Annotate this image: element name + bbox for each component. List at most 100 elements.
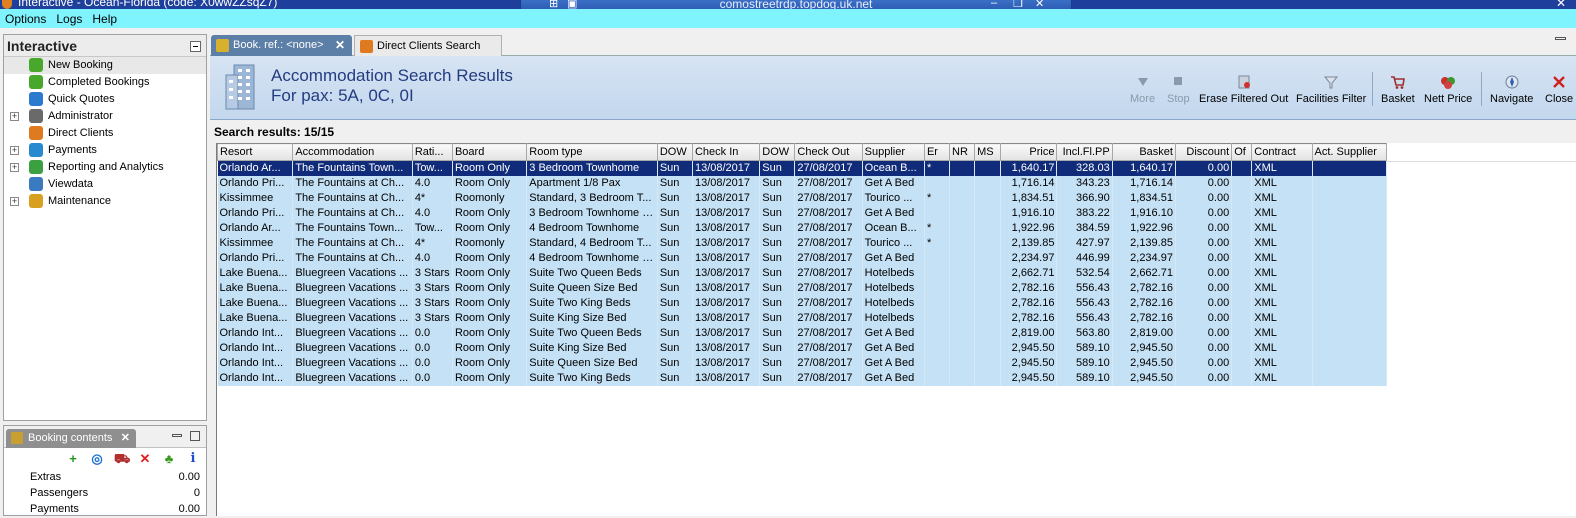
table-cell: Sun (759, 325, 796, 341)
table-cell (949, 310, 976, 326)
menu-help[interactable]: Help (87, 9, 122, 26)
column-header[interactable]: Contract (1251, 143, 1313, 161)
column-header[interactable]: Price (1000, 143, 1058, 161)
expand-icon[interactable]: + (10, 146, 19, 155)
expand-icon[interactable]: + (10, 197, 19, 206)
column-header[interactable]: Accommodation (292, 143, 413, 161)
column-header[interactable]: Check Out (794, 143, 863, 161)
table-cell: Sun (657, 340, 693, 356)
refresh-globe-icon[interactable]: ◎ (90, 452, 104, 466)
nett-price-button[interactable]: Nett Price (1424, 74, 1472, 105)
toolbar-separator (1372, 72, 1373, 106)
expand-icon[interactable]: + (10, 112, 19, 121)
close-tab-icon[interactable]: ✕ (335, 38, 345, 52)
tab-booking[interactable]: Book. ref.: <none> ✕ (211, 35, 352, 56)
window-close-icon[interactable]: ✕ (1556, 0, 1566, 9)
navigate-button[interactable]: Navigate (1490, 74, 1533, 105)
table-cell: 2,662.71 (1000, 265, 1058, 281)
column-header[interactable]: MS (974, 143, 1002, 161)
table-cell: Orlando Ar... (217, 160, 294, 176)
column-header[interactable]: Room type (526, 143, 658, 161)
column-header[interactable]: Er (923, 143, 951, 161)
table-row[interactable]: Orlando Ar... The Fountains Town... Tow...… (217, 220, 1388, 236)
close-tab-icon[interactable]: ✕ (121, 431, 130, 444)
table-cell: Sun (657, 310, 693, 326)
table-row[interactable]: Orlando Int... Bluegreen Vacations ... 0.0… (217, 355, 1388, 371)
palm-tree-icon[interactable]: ♣ (162, 452, 176, 466)
table-cell: 3 Stars (412, 295, 453, 311)
table-row[interactable]: Kissimmee The Fountains at Ch... 4* Roomonl… (217, 190, 1388, 206)
table-row[interactable]: Orlando Int... Bluegreen Vacations ... 0.0… (217, 325, 1388, 341)
table-row[interactable]: Orlando Pri... The Fountains at Ch... 4.0 R… (217, 205, 1388, 221)
sidebar-item-reporting-and-analytics[interactable]: + Reporting and Analytics (4, 159, 206, 176)
column-header[interactable]: Board (451, 143, 528, 161)
sidebar-item-new-booking[interactable]: New Booking (4, 57, 206, 74)
table-cell (1231, 160, 1253, 176)
table-row[interactable]: Lake Buena... Bluegreen Vacations ... 3 St… (217, 265, 1388, 281)
add-icon[interactable]: + (66, 452, 80, 466)
booking-summary-row: Passengers 0 (4, 486, 206, 502)
tab-direct-clients-search[interactable]: Direct Clients Search (354, 35, 502, 56)
table-row[interactable]: Orlando Int... Bluegreen Vacations ... 0.0… (217, 340, 1388, 356)
sidebar-item-maintenance[interactable]: + Maintenance (4, 193, 206, 210)
menu-options[interactable]: Options (0, 9, 51, 26)
table-row[interactable]: Lake Buena... Bluegreen Vacations ... 3 St… (217, 310, 1388, 326)
column-header[interactable]: DOW (656, 143, 693, 161)
minimize-panel-icon[interactable] (172, 434, 182, 437)
table-cell: XML (1251, 355, 1313, 371)
table-cell (924, 295, 951, 311)
facilities-filter-button[interactable]: Facilities Filter (1296, 74, 1366, 105)
column-header[interactable]: NR (949, 143, 976, 161)
tab-direct-clients-label: Direct Clients Search (377, 40, 481, 52)
table-cell: 0.00 (1175, 280, 1233, 296)
star-person-icon (360, 40, 373, 53)
erase-filtered-button[interactable]: Erase Filtered Out (1199, 74, 1288, 105)
table-cell: 589.10 (1056, 370, 1113, 386)
sidebar-item-administrator[interactable]: + Administrator (4, 108, 206, 125)
table-cell: 589.10 (1056, 355, 1113, 371)
menu-logs[interactable]: Logs (51, 9, 87, 26)
column-header[interactable]: Basket (1111, 143, 1176, 161)
collapse-panel-icon[interactable] (190, 41, 201, 52)
column-header[interactable]: Act. Supplier (1311, 143, 1388, 161)
expand-icon[interactable]: + (10, 163, 19, 172)
table-row[interactable]: Lake Buena... Bluegreen Vacations ... 3 St… (217, 280, 1388, 296)
basket-button[interactable]: Basket (1381, 74, 1415, 105)
rdp-minimize-icon[interactable]: – (991, 0, 997, 9)
column-header[interactable]: DOW (759, 143, 796, 161)
sidebar-item-viewdata[interactable]: Viewdata (4, 176, 206, 193)
table-row[interactable]: Orlando Int... Bluegreen Vacations ... 0.0… (217, 370, 1388, 386)
column-header[interactable]: Of (1231, 143, 1253, 161)
table-row[interactable]: Orlando Ar... The Fountains Town... Tow...… (217, 160, 1388, 176)
table-cell: Sun (657, 280, 693, 296)
sidebar-item-payments[interactable]: + Payments (4, 142, 206, 159)
sidebar-item-direct-clients[interactable]: Direct Clients (4, 125, 206, 142)
column-header[interactable]: Check In (691, 143, 761, 161)
table-row[interactable]: Lake Buena... Bluegreen Vacations ... 3 St… (217, 295, 1388, 311)
minimize-view-icon[interactable] (1555, 37, 1566, 40)
info-icon[interactable]: i (186, 452, 200, 466)
stop-button[interactable]: Stop (1167, 74, 1190, 105)
cart-icon[interactable]: ⛟ (114, 452, 130, 466)
sidebar-item-label: New Booking (48, 59, 113, 71)
close-button[interactable]: Close (1545, 74, 1573, 105)
table-row[interactable]: Orlando Pri... The Fountains at Ch... 4.0 R… (217, 250, 1388, 266)
stop-icon (1174, 77, 1183, 85)
maximize-panel-icon[interactable] (190, 431, 200, 441)
sidebar-item-quick-quotes[interactable]: Quick Quotes (4, 91, 206, 108)
table-cell (1312, 325, 1388, 341)
sidebar-item-completed-bookings[interactable]: Completed Bookings (4, 74, 206, 91)
booking-contents-tab[interactable]: Booking contents ✕ (6, 429, 136, 448)
table-cell: Get A Bed (862, 175, 925, 191)
table-cell (1312, 295, 1388, 311)
column-header[interactable]: Discount (1174, 143, 1233, 161)
column-header[interactable]: Resort (217, 143, 294, 161)
column-header[interactable]: Incl.Fl.PP (1056, 143, 1113, 161)
table-row[interactable]: Orlando Pri... The Fountains at Ch... 4.0 R… (217, 175, 1388, 191)
table-row[interactable]: Kissimmee The Fountains at Ch... 4* Roomonl… (217, 235, 1388, 251)
more-button[interactable]: More (1130, 74, 1155, 105)
table-cell (949, 340, 976, 356)
delete-icon[interactable]: ✕ (138, 452, 152, 466)
column-header[interactable]: Rati... (411, 143, 453, 161)
column-header[interactable]: Supplier (861, 143, 925, 161)
